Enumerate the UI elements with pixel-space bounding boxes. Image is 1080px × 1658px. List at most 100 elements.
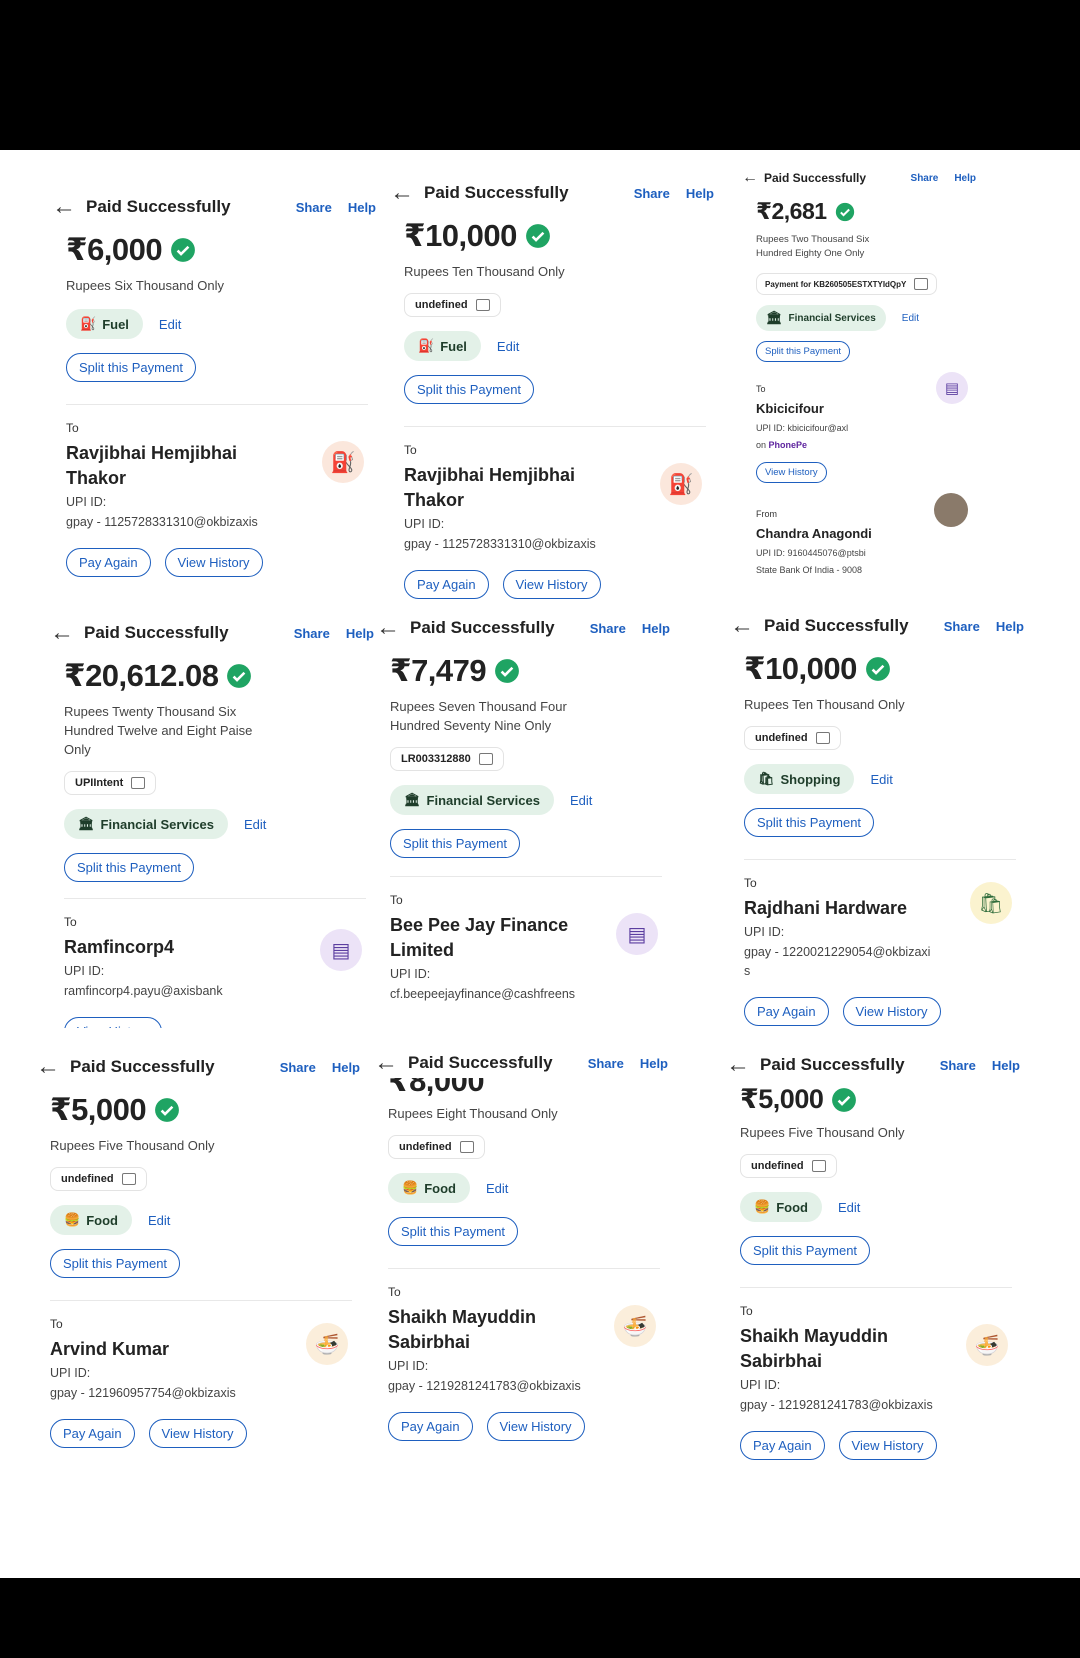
- help-link[interactable]: Help: [332, 1060, 360, 1075]
- edit-category-link[interactable]: Edit: [486, 1181, 508, 1196]
- payee-section: To Ravjibhai Hemjibhai Thakor UPI ID: gp…: [52, 405, 382, 532]
- payee-name: Ravjibhai Hemjibhai Thakor: [404, 465, 576, 510]
- view-history-button[interactable]: View History: [164, 548, 263, 577]
- message-icon: [121, 1173, 136, 1185]
- amount-in-words: Rupees Five Thousand Only: [740, 1125, 905, 1140]
- category-chip[interactable]: ⛽ Fuel: [404, 331, 481, 361]
- edit-category-link[interactable]: Edit: [870, 772, 892, 787]
- category-chip[interactable]: 🍔 Food: [388, 1173, 470, 1203]
- category-label: Financial Services: [100, 816, 214, 832]
- category-chip[interactable]: ⛽ Fuel: [66, 309, 143, 339]
- category-chip[interactable]: 🍔 Food: [50, 1205, 132, 1235]
- payment-card-1: ← Paid Successfully Share Help ₹6,000 Rup…: [52, 192, 382, 592]
- back-arrow-icon[interactable]: ←: [376, 616, 410, 640]
- to-label: To: [50, 1317, 63, 1331]
- page-title: Paid Successfully: [410, 618, 555, 637]
- view-history-button[interactable]: View History: [842, 997, 941, 1026]
- view-history-button[interactable]: View History: [486, 1412, 585, 1441]
- upi-label: UPI ID:: [64, 964, 105, 978]
- back-arrow-icon[interactable]: ←: [52, 195, 86, 219]
- pay-again-button[interactable]: Pay Again: [66, 548, 151, 577]
- share-link[interactable]: Share: [940, 1058, 976, 1073]
- edit-category-link[interactable]: Edit: [497, 339, 519, 354]
- split-payment-button[interactable]: Split this Payment: [388, 1217, 519, 1246]
- amount: ₹7,479: [390, 653, 487, 688]
- share-link[interactable]: Share: [944, 619, 980, 634]
- food-bowl-icon: 🍜: [966, 1324, 1008, 1366]
- payee-name: Bee Pee Jay Finance Limited: [390, 915, 569, 960]
- back-arrow-icon[interactable]: ←: [726, 1053, 760, 1077]
- category-label: Shopping: [780, 771, 841, 787]
- share-link[interactable]: Share: [294, 626, 330, 641]
- view-history-button[interactable]: View History: [838, 1431, 937, 1460]
- view-history-button[interactable]: View History: [756, 462, 827, 483]
- upi-id: gpay - 1219281241783@okbizaxis: [740, 1398, 933, 1412]
- edit-category-link[interactable]: Edit: [148, 1213, 170, 1228]
- category-chip[interactable]: 🏛 Financial Services: [756, 305, 886, 331]
- upi-label: UPI ID:: [404, 517, 445, 531]
- help-link[interactable]: Help: [686, 186, 714, 201]
- payee-name: Arvind Kumar: [50, 1339, 170, 1359]
- back-arrow-icon[interactable]: ←: [50, 621, 84, 645]
- split-payment-button[interactable]: Split this Payment: [740, 1236, 871, 1265]
- split-payment-button[interactable]: Split this Payment: [64, 853, 195, 882]
- edit-category-link[interactable]: Edit: [159, 317, 181, 332]
- help-link[interactable]: Help: [954, 173, 976, 184]
- help-link[interactable]: Help: [346, 626, 374, 641]
- amount: ₹6,000: [66, 232, 163, 267]
- back-arrow-icon[interactable]: ←: [730, 614, 764, 638]
- amount: ₹10,000: [744, 651, 857, 686]
- payment-note: undefined: [744, 726, 841, 750]
- view-history-button[interactable]: View History: [502, 570, 601, 599]
- payment-card-9: ← Paid Successfully Share Help ₹5,000 Rupee…: [726, 1050, 1026, 1522]
- share-link[interactable]: Share: [590, 621, 626, 636]
- pay-again-button[interactable]: Pay Again: [740, 1431, 825, 1460]
- payer-upi-id: UPI ID: 9160445076@ptsbi: [756, 548, 866, 558]
- pay-again-button[interactable]: Pay Again: [744, 997, 829, 1026]
- pay-again-button[interactable]: Pay Again: [50, 1419, 135, 1448]
- upi-id: gpay - 1125728331310@okbizaxis: [404, 537, 596, 551]
- back-arrow-icon[interactable]: ←: [374, 1051, 408, 1075]
- help-link[interactable]: Help: [996, 619, 1024, 634]
- payment-card-3: ← Paid Successfully Share Help ₹2,681 Rupee…: [742, 168, 982, 608]
- help-link[interactable]: Help: [640, 1056, 668, 1071]
- edit-category-link[interactable]: Edit: [244, 817, 266, 832]
- split-payment-button[interactable]: Split this Payment: [390, 829, 521, 858]
- payment-card-6: ← Paid Successfully Share Help ₹10,000 Rupe…: [730, 611, 1030, 1028]
- share-link[interactable]: Share: [280, 1060, 316, 1075]
- category-chip[interactable]: 🛍 Shopping: [744, 764, 855, 794]
- help-link[interactable]: Help: [348, 200, 376, 215]
- share-link[interactable]: Share: [296, 200, 332, 215]
- edit-category-link[interactable]: Edit: [838, 1200, 860, 1215]
- split-payment-button[interactable]: Split this Payment: [404, 375, 535, 404]
- split-payment-button[interactable]: Split this Payment: [50, 1249, 181, 1278]
- to-label: To: [66, 421, 79, 435]
- view-history-button[interactable]: View History: [148, 1419, 247, 1448]
- message-icon: [478, 753, 493, 765]
- category-chip[interactable]: 🏛 Financial Services: [64, 809, 228, 839]
- split-payment-button[interactable]: Split this Payment: [744, 808, 875, 837]
- edit-category-link[interactable]: Edit: [570, 793, 592, 808]
- help-link[interactable]: Help: [642, 621, 670, 636]
- bank-icon: 🏛: [766, 310, 783, 325]
- payment-card-2: ← Paid Successfully Share Help ₹10,000 Rupe…: [390, 178, 720, 606]
- edit-category-link[interactable]: Edit: [902, 313, 919, 324]
- amount: ₹5,000: [50, 1092, 147, 1127]
- share-link[interactable]: Share: [634, 186, 670, 201]
- food-icon: 🍔: [754, 1199, 771, 1214]
- category-chip[interactable]: 🍔 Food: [740, 1192, 822, 1222]
- split-payment-button[interactable]: Split this Payment: [66, 353, 197, 382]
- pay-again-button[interactable]: Pay Again: [404, 570, 489, 599]
- share-link[interactable]: Share: [911, 173, 939, 184]
- split-payment-button[interactable]: Split this Payment: [756, 341, 851, 362]
- message-icon: [131, 777, 146, 789]
- view-history-button[interactable]: View History: [64, 1017, 163, 1028]
- back-arrow-icon[interactable]: ←: [742, 170, 764, 186]
- pay-again-button[interactable]: Pay Again: [388, 1412, 473, 1441]
- back-arrow-icon[interactable]: ←: [36, 1055, 70, 1079]
- help-link[interactable]: Help: [992, 1058, 1020, 1073]
- category-chip[interactable]: 🏛 Financial Services: [390, 785, 554, 815]
- back-arrow-icon[interactable]: ←: [390, 181, 424, 205]
- to-label: To: [404, 443, 417, 457]
- share-link[interactable]: Share: [588, 1056, 624, 1071]
